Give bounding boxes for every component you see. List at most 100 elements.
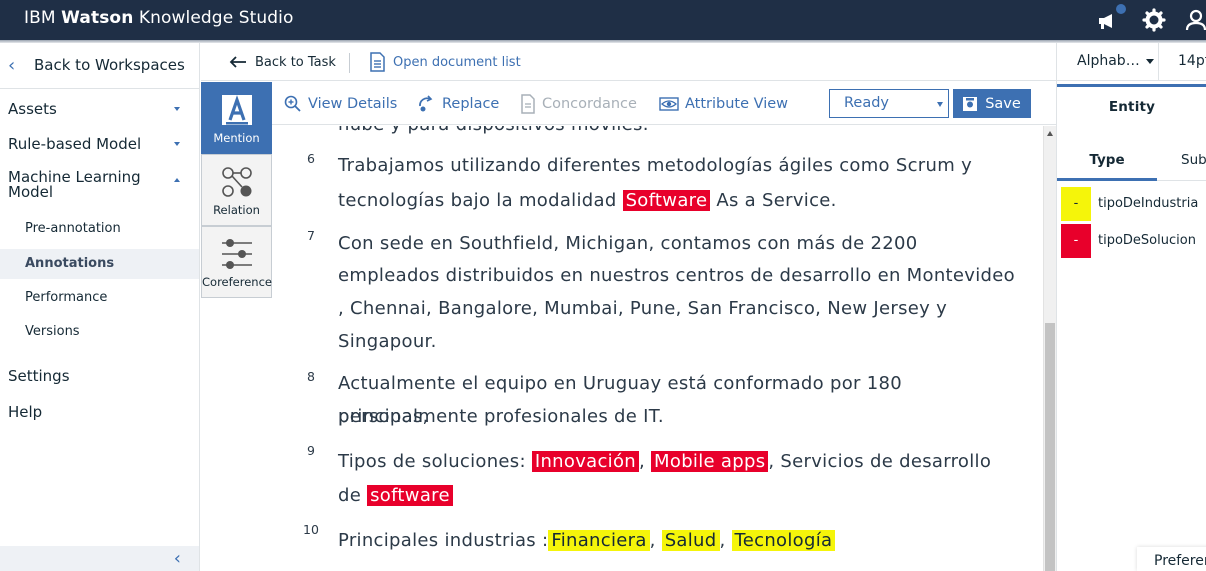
eye-icon <box>659 96 679 111</box>
sidebar-item-label: Rule-based Model <box>8 135 142 153</box>
document-list-icon <box>370 52 385 72</box>
sidebar-item-assets[interactable]: Assets <box>8 100 192 118</box>
document-text: Principales industrias : <box>338 530 549 551</box>
panel-tabs: Type Subtype <box>1057 139 1206 181</box>
sentence-number: 9 <box>307 443 315 458</box>
entity-type-row[interactable]: - tipoDeIndustria <box>1061 187 1206 221</box>
notification-dot <box>1116 4 1126 14</box>
arrow-left-icon <box>229 56 246 68</box>
document-viewer: nube y para dispositivos móviles. 6 Trab… <box>272 126 1043 571</box>
sidebar-item-label: Machine Learning Model <box>8 168 141 201</box>
app-title: IBM Watson Knowledge Studio <box>24 8 294 28</box>
document-line: , Chennai, Bangalore, Mumbai, Pune, San … <box>338 298 948 319</box>
back-to-workspaces-label: Back to Workspaces <box>34 56 185 74</box>
document-text: , Servicios de desarrollo <box>768 451 992 472</box>
entity-color-swatch: - <box>1061 187 1091 221</box>
mode-coreference-label: Coreference <box>202 275 272 289</box>
brand-suffix: Knowledge Studio <box>133 8 294 28</box>
document-line: empleados distribuidos en nuestros centr… <box>338 265 1015 286</box>
document-text: , <box>719 530 732 551</box>
panel-accent-line <box>1057 84 1206 87</box>
entity-color-swatch: - <box>1061 224 1091 258</box>
mode-relation-button[interactable]: Relation <box>201 154 272 226</box>
document-line: Principales industrias : Financiera, Salu… <box>338 524 998 557</box>
concordance-button[interactable]: Concordance <box>520 82 637 125</box>
toolbar-separator <box>349 53 350 73</box>
sidebar-item-help[interactable]: Help <box>8 403 192 421</box>
save-icon <box>963 96 978 111</box>
panel-heading: Entity <box>1108 99 1156 115</box>
sidebar-divider <box>0 88 200 89</box>
save-button[interactable]: Save <box>953 89 1031 118</box>
sidebar-subitem-versions[interactable]: Versions <box>0 317 199 347</box>
annotation-mode-panel: Mention Relation Coreference <box>201 82 272 298</box>
caret-down-icon <box>937 102 943 107</box>
sidebar: ‹ Back to Workspaces Assets Rule-based M… <box>0 43 200 571</box>
sidebar-subitem-annotations[interactable]: Annotations <box>0 249 199 279</box>
document-icon <box>521 93 535 114</box>
panel-separator <box>1158 43 1159 81</box>
document-line-partial: nube y para dispositivos móviles. <box>338 126 998 141</box>
mode-coreference-button[interactable]: Coreference <box>201 226 272 298</box>
open-document-list-label: Open document list <box>393 54 521 70</box>
sort-order-select[interactable]: Alphab… <box>1077 53 1154 69</box>
sentence-number: 7 <box>307 228 315 243</box>
replace-icon <box>419 94 433 111</box>
sidebar-footer: ‹ <box>0 546 199 571</box>
mention-icon <box>222 95 252 125</box>
status-value: Ready <box>844 95 890 111</box>
app-header: IBM Watson Knowledge Studio <box>0 0 1206 40</box>
document-line: tecnologías bajo la modalidad Software A… <box>338 184 998 217</box>
mode-relation-label: Relation <box>213 203 260 217</box>
mode-mention-button[interactable]: Mention <box>201 82 272 154</box>
sidebar-subitem-performance[interactable]: Performance <box>0 283 199 313</box>
gear-icon[interactable] <box>1140 6 1168 34</box>
caret-down-icon <box>1145 58 1154 64</box>
font-size-select[interactable]: 14pt <box>1178 53 1206 69</box>
preferences-button[interactable]: Preferences <box>1137 547 1206 571</box>
user-icon[interactable] <box>1182 6 1206 34</box>
collapse-sidebar-icon[interactable]: ‹ <box>174 548 181 569</box>
attribute-view-button[interactable]: Attribute View <box>659 82 788 125</box>
document-text: Tipos de soluciones: <box>338 451 532 472</box>
view-details-button[interactable]: View Details <box>284 82 397 125</box>
entity-mention[interactable]: Financiera <box>548 530 650 551</box>
entity-mention[interactable]: Software <box>622 190 711 211</box>
scrollbar-thumb[interactable] <box>1045 323 1055 571</box>
document-text: As a Service. <box>710 190 837 211</box>
document-line: principalmente profesionales de IT. <box>338 406 664 427</box>
task-toolbar: Back to Task Open document list <box>201 43 1056 81</box>
relation-icon <box>222 167 252 197</box>
tab-subtype[interactable]: Subtype <box>1181 139 1206 181</box>
document-line: de software <box>338 479 998 512</box>
brand-bold: Watson <box>61 8 134 28</box>
entity-mention[interactable]: Salud <box>661 530 720 551</box>
sentence-number: 8 <box>307 369 315 384</box>
caret-up-icon <box>174 178 180 182</box>
sentence-number: 10 <box>303 522 319 537</box>
sidebar-item-settings[interactable]: Settings <box>8 367 192 385</box>
entity-type-row[interactable]: - tipoDeSolucion <box>1061 224 1206 258</box>
entity-type-name: tipoDeIndustria <box>1098 196 1199 211</box>
entity-mention[interactable]: Mobile apps <box>651 451 769 472</box>
document-scrollbar[interactable] <box>1043 126 1056 571</box>
sidebar-item-machine-learning-model[interactable]: Machine Learning Model <box>8 168 180 201</box>
coreference-icon <box>222 239 252 269</box>
entity-type-panel: Alphab… 14pt Entity Type Subtype - tipoD… <box>1056 43 1206 571</box>
tab-type[interactable]: Type <box>1057 139 1157 181</box>
open-document-list-link[interactable]: Open document list <box>369 43 521 81</box>
sort-order-value: Alphab… <box>1077 53 1140 69</box>
mode-mention-label: Mention <box>213 131 260 145</box>
back-to-workspaces-link[interactable]: ‹ Back to Workspaces <box>8 53 185 77</box>
entity-mention[interactable]: Tecnología <box>731 530 836 551</box>
scroll-up-icon[interactable] <box>1047 131 1053 136</box>
entity-mention[interactable]: software <box>367 485 453 506</box>
document-text: tecnologías bajo la modalidad <box>338 190 623 211</box>
back-to-task-link[interactable]: Back to Task <box>229 43 336 81</box>
document-status-select[interactable]: Ready <box>829 89 949 118</box>
replace-button[interactable]: Replace <box>416 82 499 125</box>
sidebar-subitem-pre-annotation[interactable]: Pre-annotation <box>0 214 199 244</box>
view-details-label: View Details <box>308 95 398 112</box>
sidebar-item-rule-based-model[interactable]: Rule-based Model <box>8 135 192 153</box>
entity-mention[interactable]: Innovación <box>531 451 639 472</box>
